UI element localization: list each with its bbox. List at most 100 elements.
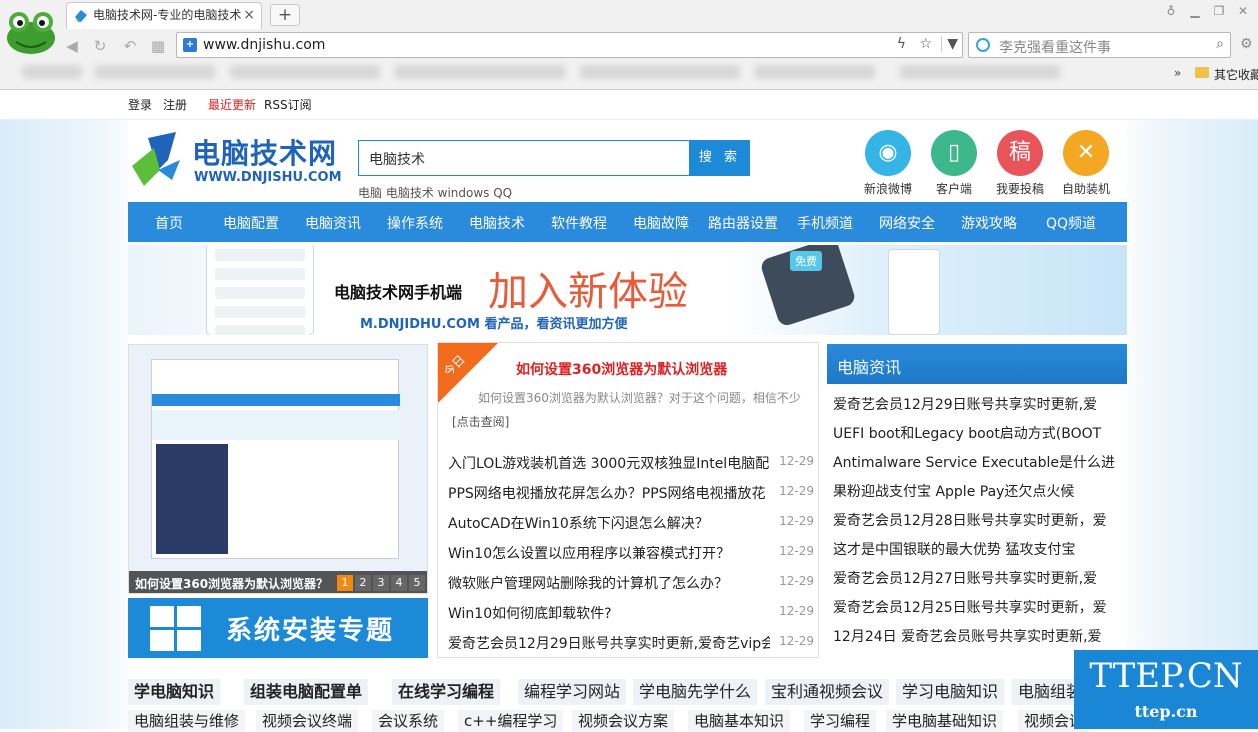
tag-link[interactable]: 学习电脑知识: [896, 679, 1005, 705]
news-link[interactable]: Antimalware Service Executable是什么进: [833, 452, 1123, 472]
slideshow[interactable]: 如何设置360浏览器为默认浏览器？ 1 2 3 4 5: [128, 344, 428, 594]
browser-search-box[interactable]: 李克强看重这件事 ⌕: [968, 32, 1231, 58]
slide-page-button[interactable]: 1: [337, 575, 353, 591]
other-bookmarks[interactable]: 其它收藏: [1214, 66, 1258, 83]
list-item[interactable]: AutoCAD在Win10系统下闪退怎么解决？ 12-29: [448, 509, 814, 539]
nav-item[interactable]: 网络安全: [879, 213, 935, 233]
app-grid-icon[interactable]: ▦: [148, 36, 168, 56]
read-more-link[interactable]: [点击查阅]: [452, 413, 509, 430]
rss-link[interactable]: RSS订阅: [264, 96, 312, 113]
nav-item[interactable]: 电脑资讯: [305, 213, 361, 233]
new-tab-button[interactable]: +: [270, 4, 300, 26]
article-title[interactable]: 入门LOL游戏装机首选 3000元双核独显Intel电脑配: [448, 453, 770, 473]
bookmark-item[interactable]: [900, 65, 1060, 79]
bookmark-item[interactable]: [755, 65, 875, 79]
nav-item[interactable]: 游戏攻略: [961, 213, 1017, 233]
quick-link-weibo[interactable]: ◉ 新浪微博: [858, 130, 918, 197]
tag-link[interactable]: 编程学习网站: [518, 679, 627, 705]
list-item[interactable]: 12月24日 爱奇艺会员账号共享实时更新,爱: [833, 622, 1127, 651]
url-text[interactable]: www.dnjishu.com: [203, 37, 325, 53]
nav-item[interactable]: 手机频道: [797, 213, 853, 233]
search-icon[interactable]: ⌕: [1216, 36, 1224, 52]
news-link[interactable]: 爱奇艺会员12月28日账号共享实时更新，爱: [833, 510, 1123, 530]
tag-link[interactable]: 学电脑先学什么: [633, 679, 758, 705]
bookmark-item[interactable]: [95, 65, 215, 79]
address-bar[interactable]: + www.dnjishu.com ϟ ☆ ▼: [176, 32, 963, 58]
list-item[interactable]: 爱奇艺会员12月29日账号共享实时更新,爱: [833, 390, 1127, 419]
list-item[interactable]: 爱奇艺会员12月27日账号共享实时更新,爱: [833, 564, 1127, 593]
nav-item[interactable]: 电脑技术: [469, 213, 525, 233]
article-title[interactable]: 爱奇艺会员12月29日账号共享实时更新,爱奇艺vip会: [448, 633, 770, 653]
slide-page-button[interactable]: 2: [355, 575, 371, 591]
restore-icon[interactable]: ❐: [1210, 4, 1228, 18]
tag-link[interactable]: 在线学习编程: [392, 679, 501, 705]
tag-link[interactable]: 学电脑知识: [128, 679, 221, 705]
bookmark-item[interactable]: [22, 65, 82, 79]
browser-tab[interactable]: 电脑技术网-专业的电脑技术 ×: [66, 2, 262, 29]
recent-updates-link[interactable]: 最近更新: [208, 96, 256, 113]
tools-menu-icon[interactable]: ⚙: [1240, 36, 1253, 52]
register-link[interactable]: 注册: [163, 96, 187, 113]
slide-page-button[interactable]: 3: [373, 575, 389, 591]
list-item[interactable]: 爱奇艺会员12月28日账号共享实时更新，爱: [833, 506, 1127, 535]
nav-item[interactable]: 路由器设置: [708, 213, 778, 233]
news-link[interactable]: 爱奇艺会员12月27日账号共享实时更新,爱: [833, 568, 1123, 588]
nav-item[interactable]: 电脑配置: [223, 213, 279, 233]
undo-close-icon[interactable]: ↶: [120, 36, 140, 56]
list-item[interactable]: 微软账户管理网站删除我的计算机了怎么办？ 12-29: [448, 569, 814, 599]
list-item[interactable]: UEFI boot和Legacy boot启动方式(BOOT: [833, 419, 1127, 448]
bookmark-item[interactable]: [230, 65, 380, 79]
list-item[interactable]: 爱奇艺会员12月25日账号共享实时更新，爱: [833, 593, 1127, 622]
quick-link-submit[interactable]: 稿 我要投稿: [990, 130, 1050, 197]
list-item[interactable]: 爱奇艺会员12月29日账号共享实时更新,爱奇艺vip会 12-29: [448, 629, 814, 659]
site-search-button[interactable]: 搜 索: [690, 140, 750, 176]
article-title[interactable]: 微软账户管理网站删除我的计算机了怎么办？: [448, 573, 770, 593]
slide-page-button[interactable]: 5: [409, 575, 425, 591]
skin-icon[interactable]: ♁: [1162, 4, 1180, 18]
site-search-input[interactable]: 电脑技术: [358, 140, 690, 176]
news-title[interactable]: 电脑资讯: [837, 354, 901, 378]
news-link[interactable]: 爱奇艺会员12月25日账号共享实时更新，爱: [833, 597, 1123, 617]
list-item[interactable]: Win10怎么设置以应用程序以兼容模式打开？ 12-29: [448, 539, 814, 569]
nav-item[interactable]: QQ频道: [1046, 213, 1096, 233]
browser-logo-icon[interactable]: [4, 8, 58, 56]
quick-link-build[interactable]: ✕ 自助装机: [1056, 130, 1116, 197]
system-install-promo[interactable]: 系统安装专题: [128, 598, 428, 658]
list-item[interactable]: Win10如何彻底卸载软件? 12-29: [448, 599, 814, 629]
tag-link[interactable]: 组装电脑配置单: [244, 679, 369, 705]
tag-link[interactable]: 宝利通视频会议: [765, 679, 890, 705]
search-engine-icon[interactable]: [976, 38, 990, 52]
featured-headline[interactable]: 如何设置360浏览器为默认浏览器: [516, 359, 727, 379]
slide-page-button[interactable]: 4: [391, 575, 407, 591]
bookmark-more-chevron[interactable]: »: [1174, 66, 1181, 80]
nav-item[interactable]: 操作系统: [387, 213, 443, 233]
list-item[interactable]: 果粉迎战支付宝 Apple Pay还欠点火候: [833, 477, 1127, 506]
article-title[interactable]: PPS网络电视播放花屏怎么办？PPS网络电视播放花: [448, 483, 770, 503]
site-search-value[interactable]: 电脑技术: [369, 149, 425, 169]
address-dropdown-icon[interactable]: ▼: [941, 36, 958, 52]
bookmark-item[interactable]: [395, 65, 565, 79]
article-title[interactable]: Win10怎么设置以应用程序以兼容模式打开？: [448, 543, 770, 563]
site-logo[interactable]: 电脑技术网 WWW.DNJISHU.COM: [128, 128, 343, 190]
nav-item[interactable]: 电脑故障: [633, 213, 689, 233]
news-link[interactable]: 爱奇艺会员12月29日账号共享实时更新,爱: [833, 394, 1123, 414]
news-link[interactable]: 12月24日 爱奇艺会员账号共享实时更新,爱: [833, 626, 1123, 646]
news-link[interactable]: 这才是中国银联的最大优势 猛攻支付宝: [833, 539, 1123, 559]
quick-link-client[interactable]: ▯ 客户端: [924, 130, 984, 197]
refresh-icon[interactable]: ↻: [90, 36, 110, 56]
speed-mode-icon[interactable]: ϟ: [897, 36, 906, 52]
news-link[interactable]: 果粉迎战支付宝 Apple Pay还欠点火候: [833, 481, 1123, 501]
news-link[interactable]: UEFI boot和Legacy boot启动方式(BOOT: [833, 423, 1123, 443]
minimize-icon[interactable]: ▁: [1186, 4, 1204, 18]
list-item[interactable]: 入门LOL游戏装机首选 3000元双核独显Intel电脑配 12-29: [448, 449, 814, 479]
mobile-banner[interactable]: 电脑技术网手机端 加入新体验 M.DNJIDHU.COM 看产品，看资讯更加方便…: [128, 245, 1127, 335]
nav-item[interactable]: 首页: [155, 213, 183, 233]
article-title[interactable]: AutoCAD在Win10系统下闪退怎么解决？: [448, 513, 770, 533]
close-window-icon[interactable]: ✕: [1234, 4, 1252, 18]
nav-item[interactable]: 软件教程: [551, 213, 607, 233]
list-item[interactable]: Antimalware Service Executable是什么进: [833, 448, 1127, 477]
list-item[interactable]: PPS网络电视播放花屏怎么办？PPS网络电视播放花 12-29: [448, 479, 814, 509]
hot-keywords[interactable]: 电脑 电脑技术 windows QQ: [358, 184, 512, 201]
tab-close-icon[interactable]: ×: [243, 3, 255, 28]
favorite-star-icon[interactable]: ☆: [919, 36, 932, 52]
